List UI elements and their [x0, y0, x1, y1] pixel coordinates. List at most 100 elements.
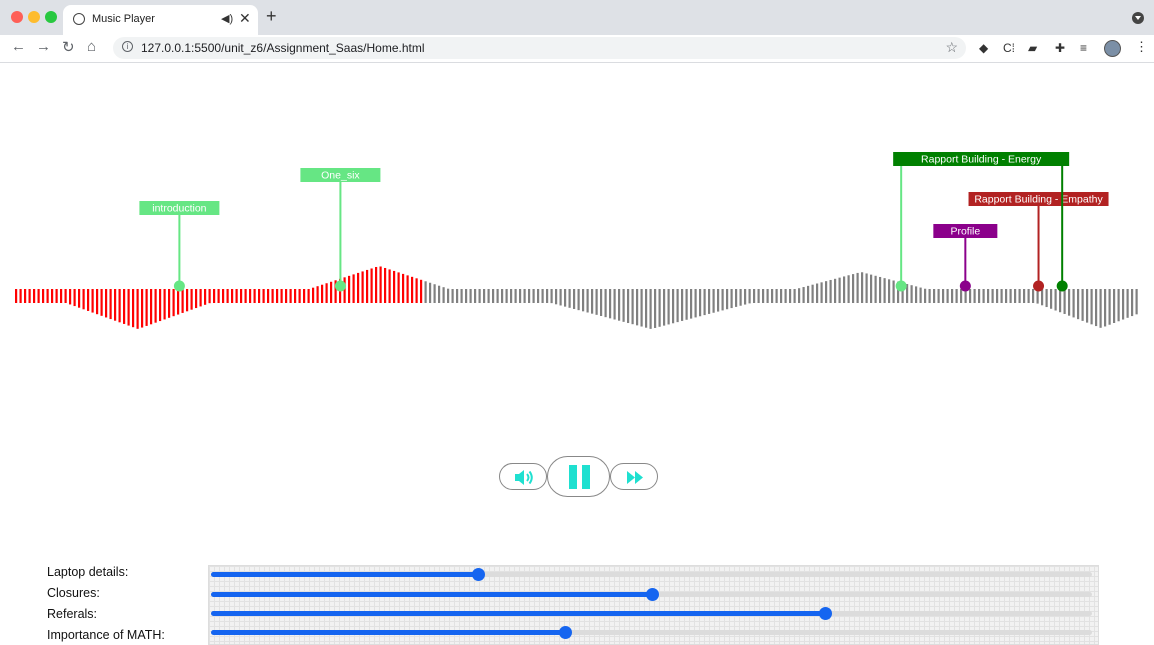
waveform-bar[interactable]: [384, 267, 387, 303]
waveform-bar[interactable]: [1000, 289, 1003, 303]
waveform-bar[interactable]: [865, 273, 868, 303]
waveform-bar[interactable]: [1086, 289, 1089, 323]
waveform-bar[interactable]: [1117, 289, 1120, 322]
waveform-bar[interactable]: [172, 289, 175, 317]
waveform-bar[interactable]: [1090, 289, 1093, 325]
media-control-icon[interactable]: ≡: [1080, 41, 1087, 55]
waveform-bar[interactable]: [474, 289, 477, 303]
waveform-bar[interactable]: [915, 286, 918, 303]
extension-icon-3[interactable]: ▰: [1028, 41, 1037, 55]
waveform-bar[interactable]: [1077, 289, 1080, 320]
waveform-bar[interactable]: [1095, 289, 1098, 327]
waveform-bar[interactable]: [168, 289, 171, 318]
waveform-bar[interactable]: [483, 289, 486, 303]
waveform-bar[interactable]: [303, 289, 306, 303]
waveform-bar[interactable]: [618, 289, 621, 321]
waveform-bar[interactable]: [235, 289, 238, 303]
waveform-bar[interactable]: [154, 289, 157, 323]
waveform-bar[interactable]: [348, 275, 351, 303]
waveform-bar[interactable]: [60, 289, 63, 303]
waveform-bar[interactable]: [145, 289, 148, 326]
new-tab-button[interactable]: +: [266, 6, 277, 27]
tab-search-icon[interactable]: [1132, 12, 1144, 24]
waveform-bar[interactable]: [1059, 289, 1062, 313]
waveform-bar[interactable]: [1108, 289, 1111, 325]
waveform-bar[interactable]: [564, 289, 567, 307]
marker-rapport-building-empathy[interactable]: Rapport Building - Empathy: [968, 192, 1109, 292]
waveform-bar[interactable]: [150, 289, 153, 325]
waveform-bar[interactable]: [519, 289, 522, 303]
waveform-bar[interactable]: [609, 289, 612, 319]
waveform-bar[interactable]: [186, 289, 189, 312]
waveform-bar[interactable]: [15, 289, 18, 303]
marker-label[interactable]: introduction: [152, 203, 206, 215]
waveform-bar[interactable]: [438, 285, 441, 303]
waveform-bar[interactable]: [190, 289, 193, 310]
url-text[interactable]: 127.0.0.1:5500/unit_z6/Assignment_Saas/H…: [141, 41, 425, 55]
marker-dot[interactable]: [1033, 280, 1045, 292]
waveform-bar[interactable]: [456, 289, 459, 303]
waveform-bar[interactable]: [159, 289, 162, 322]
waveform-bar[interactable]: [712, 289, 715, 313]
waveform-bar[interactable]: [960, 289, 963, 303]
waveform-bar[interactable]: [937, 289, 940, 303]
waveform-bar[interactable]: [132, 289, 135, 328]
waveform-bar[interactable]: [451, 289, 454, 303]
waveform-bar[interactable]: [726, 289, 729, 310]
waveform-bar[interactable]: [240, 289, 243, 303]
waveform-bar[interactable]: [321, 284, 324, 303]
waveform-bar[interactable]: [928, 289, 931, 303]
extension-icon-1[interactable]: ◆: [979, 41, 988, 55]
waveform-bar[interactable]: [1045, 289, 1048, 308]
waveform-bar[interactable]: [1113, 289, 1116, 323]
waveform-bar[interactable]: [82, 289, 85, 310]
play-pause-button[interactable]: [547, 456, 610, 497]
waveform-bar[interactable]: [1032, 289, 1035, 303]
waveform-bar[interactable]: [1135, 289, 1138, 315]
waveform-bar[interactable]: [789, 289, 792, 303]
waveform-bar[interactable]: [289, 289, 292, 303]
waveform-bar[interactable]: [1054, 289, 1057, 311]
profile-avatar[interactable]: [1104, 40, 1121, 57]
waveform-bar[interactable]: [811, 284, 814, 303]
slider-referals[interactable]: [211, 607, 1092, 620]
waveform-bar[interactable]: [784, 289, 787, 303]
waveform-bar[interactable]: [942, 289, 945, 303]
waveform-bar[interactable]: [267, 289, 270, 303]
waveform-bar[interactable]: [96, 289, 99, 315]
browser-menu-icon[interactable]: ⋮: [1135, 39, 1148, 55]
waveform-bar[interactable]: [820, 282, 823, 303]
marker-dot[interactable]: [334, 280, 346, 292]
waveform-bar[interactable]: [1014, 289, 1017, 303]
waveform-bar[interactable]: [505, 289, 508, 303]
waveform-bar[interactable]: [933, 289, 936, 303]
waveform-bar[interactable]: [433, 284, 436, 303]
waveform-bar[interactable]: [1104, 289, 1107, 327]
waveform-bar[interactable]: [744, 289, 747, 305]
waveform-bar[interactable]: [375, 266, 378, 303]
window-maximize-button[interactable]: [45, 11, 57, 23]
waveform-bar[interactable]: [316, 286, 319, 303]
marker-profile[interactable]: Profile: [933, 224, 998, 292]
waveform-bar[interactable]: [213, 289, 216, 303]
waveform-bar[interactable]: [996, 289, 999, 303]
waveform-bar[interactable]: [667, 289, 670, 325]
slider-importance-of-math[interactable]: [211, 626, 1092, 639]
waveform-bar[interactable]: [766, 289, 769, 303]
browser-tab-music-player[interactable]: Music Player ◀︎) ✕: [63, 5, 258, 35]
waveform-bar[interactable]: [829, 279, 832, 303]
waveform-bar[interactable]: [312, 287, 315, 303]
marker-rapport-building-energy[interactable]: Rapport Building - Energy: [893, 152, 1070, 292]
waveform-bar[interactable]: [1068, 289, 1071, 316]
waveform-bar[interactable]: [424, 281, 427, 303]
waveform-bar[interactable]: [199, 289, 202, 307]
waveform-bar[interactable]: [1099, 289, 1102, 328]
waveform-bar[interactable]: [775, 289, 778, 303]
waveform-bar[interactable]: [1005, 289, 1008, 303]
waveform-bar[interactable]: [195, 289, 198, 309]
waveform-bar[interactable]: [676, 289, 679, 323]
waveform-bar[interactable]: [649, 289, 652, 329]
waveform-bar[interactable]: [294, 289, 297, 303]
marker-label[interactable]: Profile: [950, 226, 980, 238]
marker-dot[interactable]: [1056, 280, 1068, 292]
